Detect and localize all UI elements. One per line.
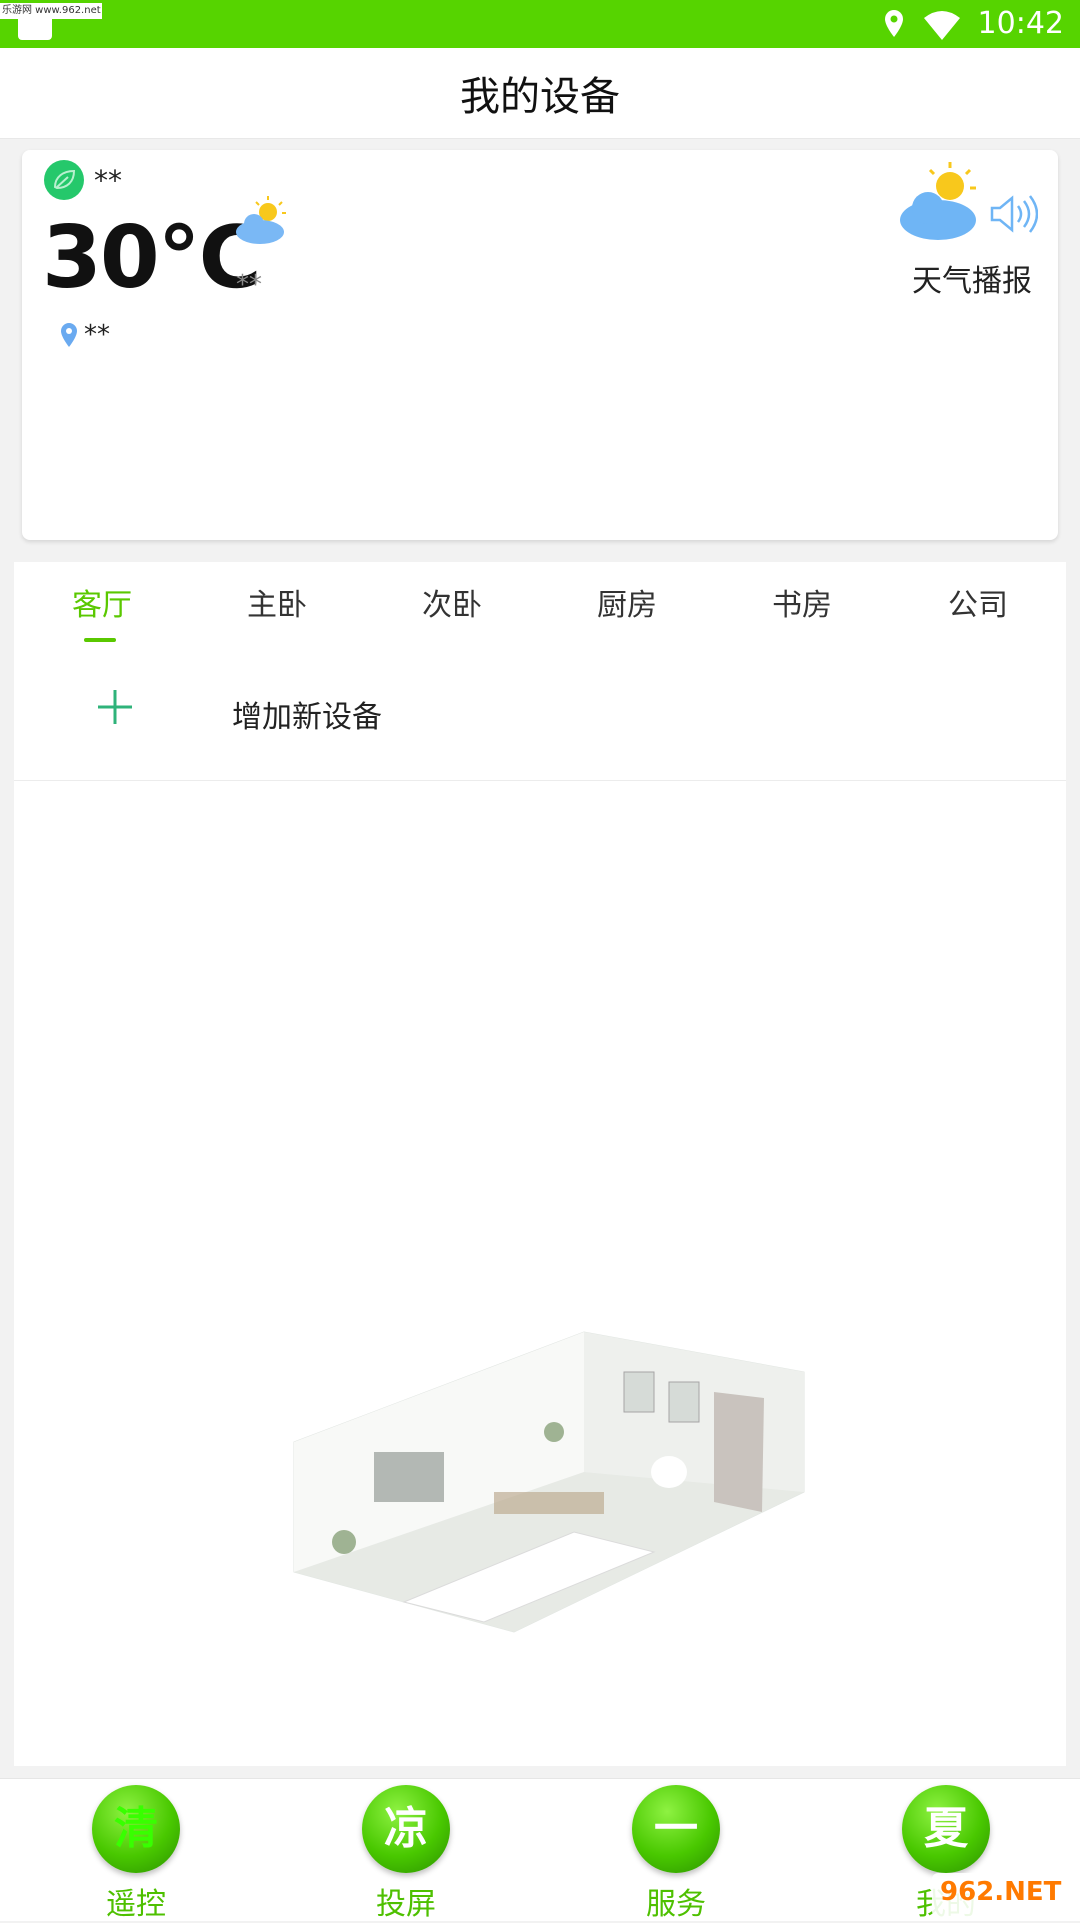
active-tab-indicator [84,638,116,642]
nav-item-service[interactable]: 一 服务 [616,1779,736,1923]
watermark-logo: 962.NET [932,1873,1072,1917]
nav-item-screencast[interactable]: 凉 投屏 [346,1779,466,1923]
leaf-icon [44,160,84,200]
nav-item-remote[interactable]: 清 遥控 [76,1779,196,1923]
add-device-label[interactable]: 增加新设备 [232,692,382,736]
room-tabs: 客厅 主卧 次卧 厨房 书房 公司 [14,562,1066,662]
app-header: 我的设备 [0,48,1080,139]
weather-condition: ** [236,270,262,300]
rooms-panel: 客厅 主卧 次卧 厨房 书房 公司 增加新设备 [14,562,1066,1766]
clock: 10:42 [977,6,1064,41]
speaker-icon[interactable] [988,192,1038,236]
nav-orb-icon[interactable]: 清 [92,1785,180,1873]
watermark-text: 乐游网 www.962.net [0,3,102,19]
tab-study[interactable]: 书房 [714,580,890,624]
location-wifi-icons [885,10,960,40]
tab-second-bedroom[interactable]: 次卧 [364,580,540,624]
plus-icon[interactable] [96,688,134,726]
nav-orb-icon[interactable]: 夏 [902,1785,990,1873]
air-quality-value: ** [94,164,122,197]
add-device-row[interactable]: 增加新设备 [14,662,1066,781]
tab-master-bedroom[interactable]: 主卧 [189,580,365,624]
tab-kitchen[interactable]: 厨房 [539,580,715,624]
nav-orb-icon[interactable]: 凉 [362,1785,450,1873]
weather-cloud-sun-icon [900,162,976,240]
app-notification-icon [18,18,52,40]
page-title: 我的设备 [460,74,620,120]
room-illustration [293,1331,805,1633]
watermark-logo-text: 962.NET [940,1877,1062,1907]
nav-label[interactable]: 遥控 [76,1879,196,1923]
status-bar: 乐游网 www.962.net 10:42 [0,0,1080,48]
temperature: 30℃ [42,208,262,308]
location-pin-icon [61,323,77,347]
nav-label[interactable]: 服务 [616,1879,736,1923]
location-value: ** [84,320,110,350]
nav-orb-icon[interactable]: 一 [632,1785,720,1873]
bottom-nav: 清 遥控 凉 投屏 一 服务 夏 我的 962.NET [0,1778,1080,1923]
nav-label[interactable]: 投屏 [346,1879,466,1923]
tab-office[interactable]: 公司 [890,580,1066,624]
tab-living-room[interactable]: 客厅 [14,580,190,624]
weather-card[interactable]: ** 30℃ ** ** 天气播报 [22,150,1058,540]
weather-broadcast-label[interactable]: 天气播报 [912,256,1032,300]
partly-cloudy-icon [236,196,286,244]
